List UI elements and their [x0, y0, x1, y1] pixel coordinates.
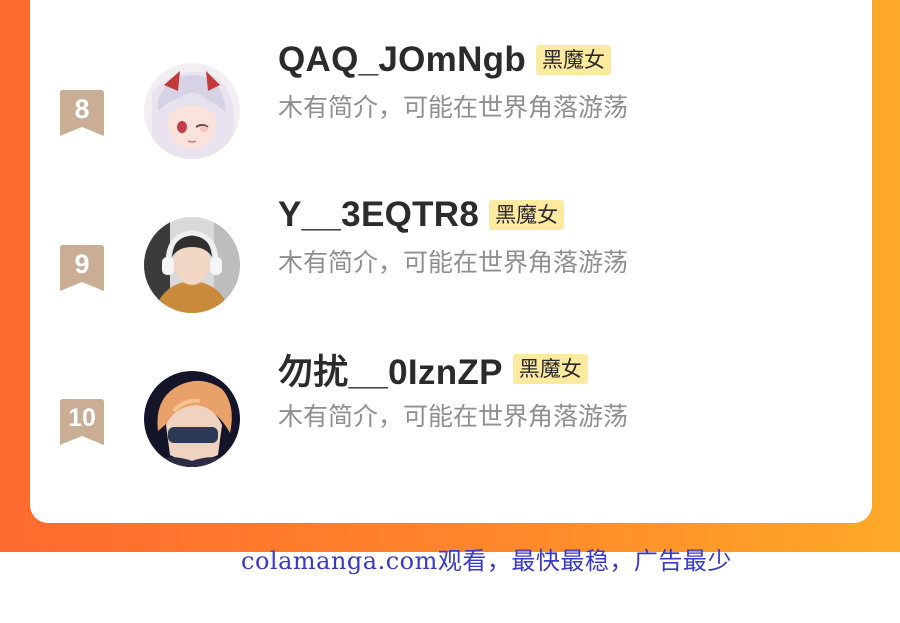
user-bio: 木有简介，可能在世界角落游荡: [278, 248, 629, 277]
name-line: Y__3EQTR8 黑魔女: [278, 193, 565, 237]
username[interactable]: 勿扰__0IznZP: [278, 344, 503, 395]
site-watermark: colamanga.com观看，最快最稳，广告最少: [241, 547, 732, 575]
user-bio: 木有简介，可能在世界角落游荡: [278, 93, 629, 122]
rank-badge: 10: [60, 399, 104, 445]
rank-badge: 8: [60, 90, 104, 136]
title-badge: 黑魔女: [512, 354, 588, 384]
name-line: QAQ_JOmNgb 黑魔女: [278, 38, 612, 82]
user-avatar-image: [144, 63, 240, 159]
username[interactable]: Y__3EQTR8: [278, 195, 479, 235]
rank-number: 10: [68, 404, 96, 432]
name-line: 勿扰__0IznZP 黑魔女: [278, 347, 588, 392]
avatar[interactable]: [144, 371, 240, 467]
username[interactable]: QAQ_JOmNgb: [278, 40, 526, 80]
leaderboard-card: 8 QAQ_JOmNgb 黑魔女 木有简介，可能在世界角落游荡 9 Y__3EQ…: [30, 0, 872, 523]
avatar[interactable]: [144, 217, 240, 313]
user-avatar-image: [144, 217, 240, 313]
avatar[interactable]: [144, 63, 240, 159]
leaderboard-row[interactable]: 10 勿扰__0IznZP 黑魔女 木有简介，可能在世界角落游荡: [30, 353, 872, 469]
title-badge: 黑魔女: [536, 45, 612, 75]
rank-badge: 9: [60, 245, 104, 291]
leaderboard-row[interactable]: 8 QAQ_JOmNgb 黑魔女 木有简介，可能在世界角落游荡: [30, 40, 872, 160]
title-badge: 黑魔女: [489, 200, 565, 230]
rank-number: 9: [74, 249, 90, 279]
rank-number: 8: [74, 94, 90, 124]
leaderboard-row[interactable]: 9 Y__3EQTR8 黑魔女 木有简介，可能在世界角落游荡: [30, 195, 872, 315]
user-bio: 木有简介，可能在世界角落游荡: [278, 402, 629, 431]
user-avatar-image: [144, 371, 240, 467]
